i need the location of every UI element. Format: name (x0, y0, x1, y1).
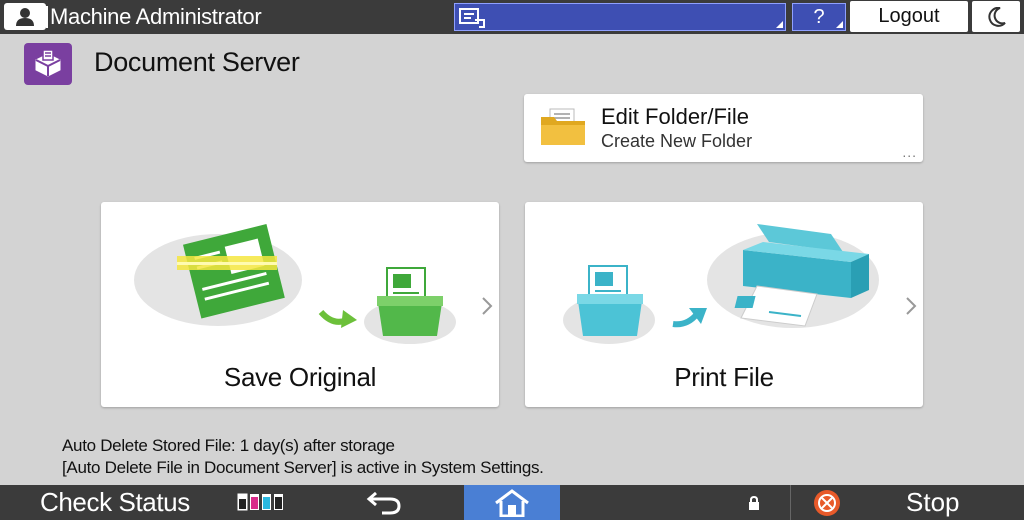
bottom-bar-separator (790, 485, 791, 520)
print-file-illustration (563, 224, 879, 344)
stop-button[interactable]: Stop (906, 487, 960, 518)
document-server-icon (35, 49, 61, 77)
check-status-button[interactable]: Check Status (40, 487, 190, 518)
user-name: Machine Administrator (50, 4, 262, 29)
edit-folder-subtitle: Create New Folder (601, 131, 753, 151)
print-file-label: Print File (674, 362, 774, 392)
user-icon (16, 8, 34, 26)
save-original-illustration (134, 224, 456, 344)
lock-icon (749, 496, 759, 510)
folder-icon (541, 108, 585, 145)
job-list-icon (459, 8, 485, 28)
bottom-bar: Check Status Stop (0, 485, 1024, 520)
save-original-label: Save Original (223, 362, 377, 392)
help-button[interactable]: ? (792, 3, 846, 31)
user-button[interactable] (4, 3, 46, 30)
more-indicator: ... (902, 144, 917, 160)
chevron-right-icon (906, 297, 917, 315)
print-file-button[interactable]: Print File (525, 202, 923, 407)
edit-folder-title: Edit Folder/File (601, 104, 749, 129)
stop-icon[interactable] (812, 489, 842, 517)
toner-icon[interactable] (234, 491, 292, 513)
save-original-button[interactable]: Save Original (101, 202, 499, 407)
auto-delete-note: Auto Delete Stored File: 1 day(s) after … (62, 436, 395, 455)
top-bar: Machine Administrator ? Logout (0, 0, 1024, 34)
job-list-button[interactable] (454, 3, 786, 31)
home-button[interactable] (464, 485, 560, 520)
corner-marker (836, 21, 843, 28)
system-settings-note: [Auto Delete File in Document Server] is… (62, 458, 544, 477)
back-arrow-icon[interactable] (366, 489, 402, 515)
help-label: ? (813, 6, 825, 28)
document-server-app-icon (24, 43, 72, 85)
chevron-right-icon (482, 297, 493, 315)
logout-button[interactable]: Logout (850, 1, 968, 32)
energy-saver-button[interactable] (972, 1, 1020, 32)
moon-icon (988, 7, 1006, 27)
page-title: Document Server (94, 47, 300, 77)
home-icon (495, 489, 529, 517)
edit-folder-file-button[interactable]: Edit Folder/File Create New Folder ... (524, 94, 923, 162)
user-separator (46, 6, 48, 28)
corner-marker (776, 21, 783, 28)
